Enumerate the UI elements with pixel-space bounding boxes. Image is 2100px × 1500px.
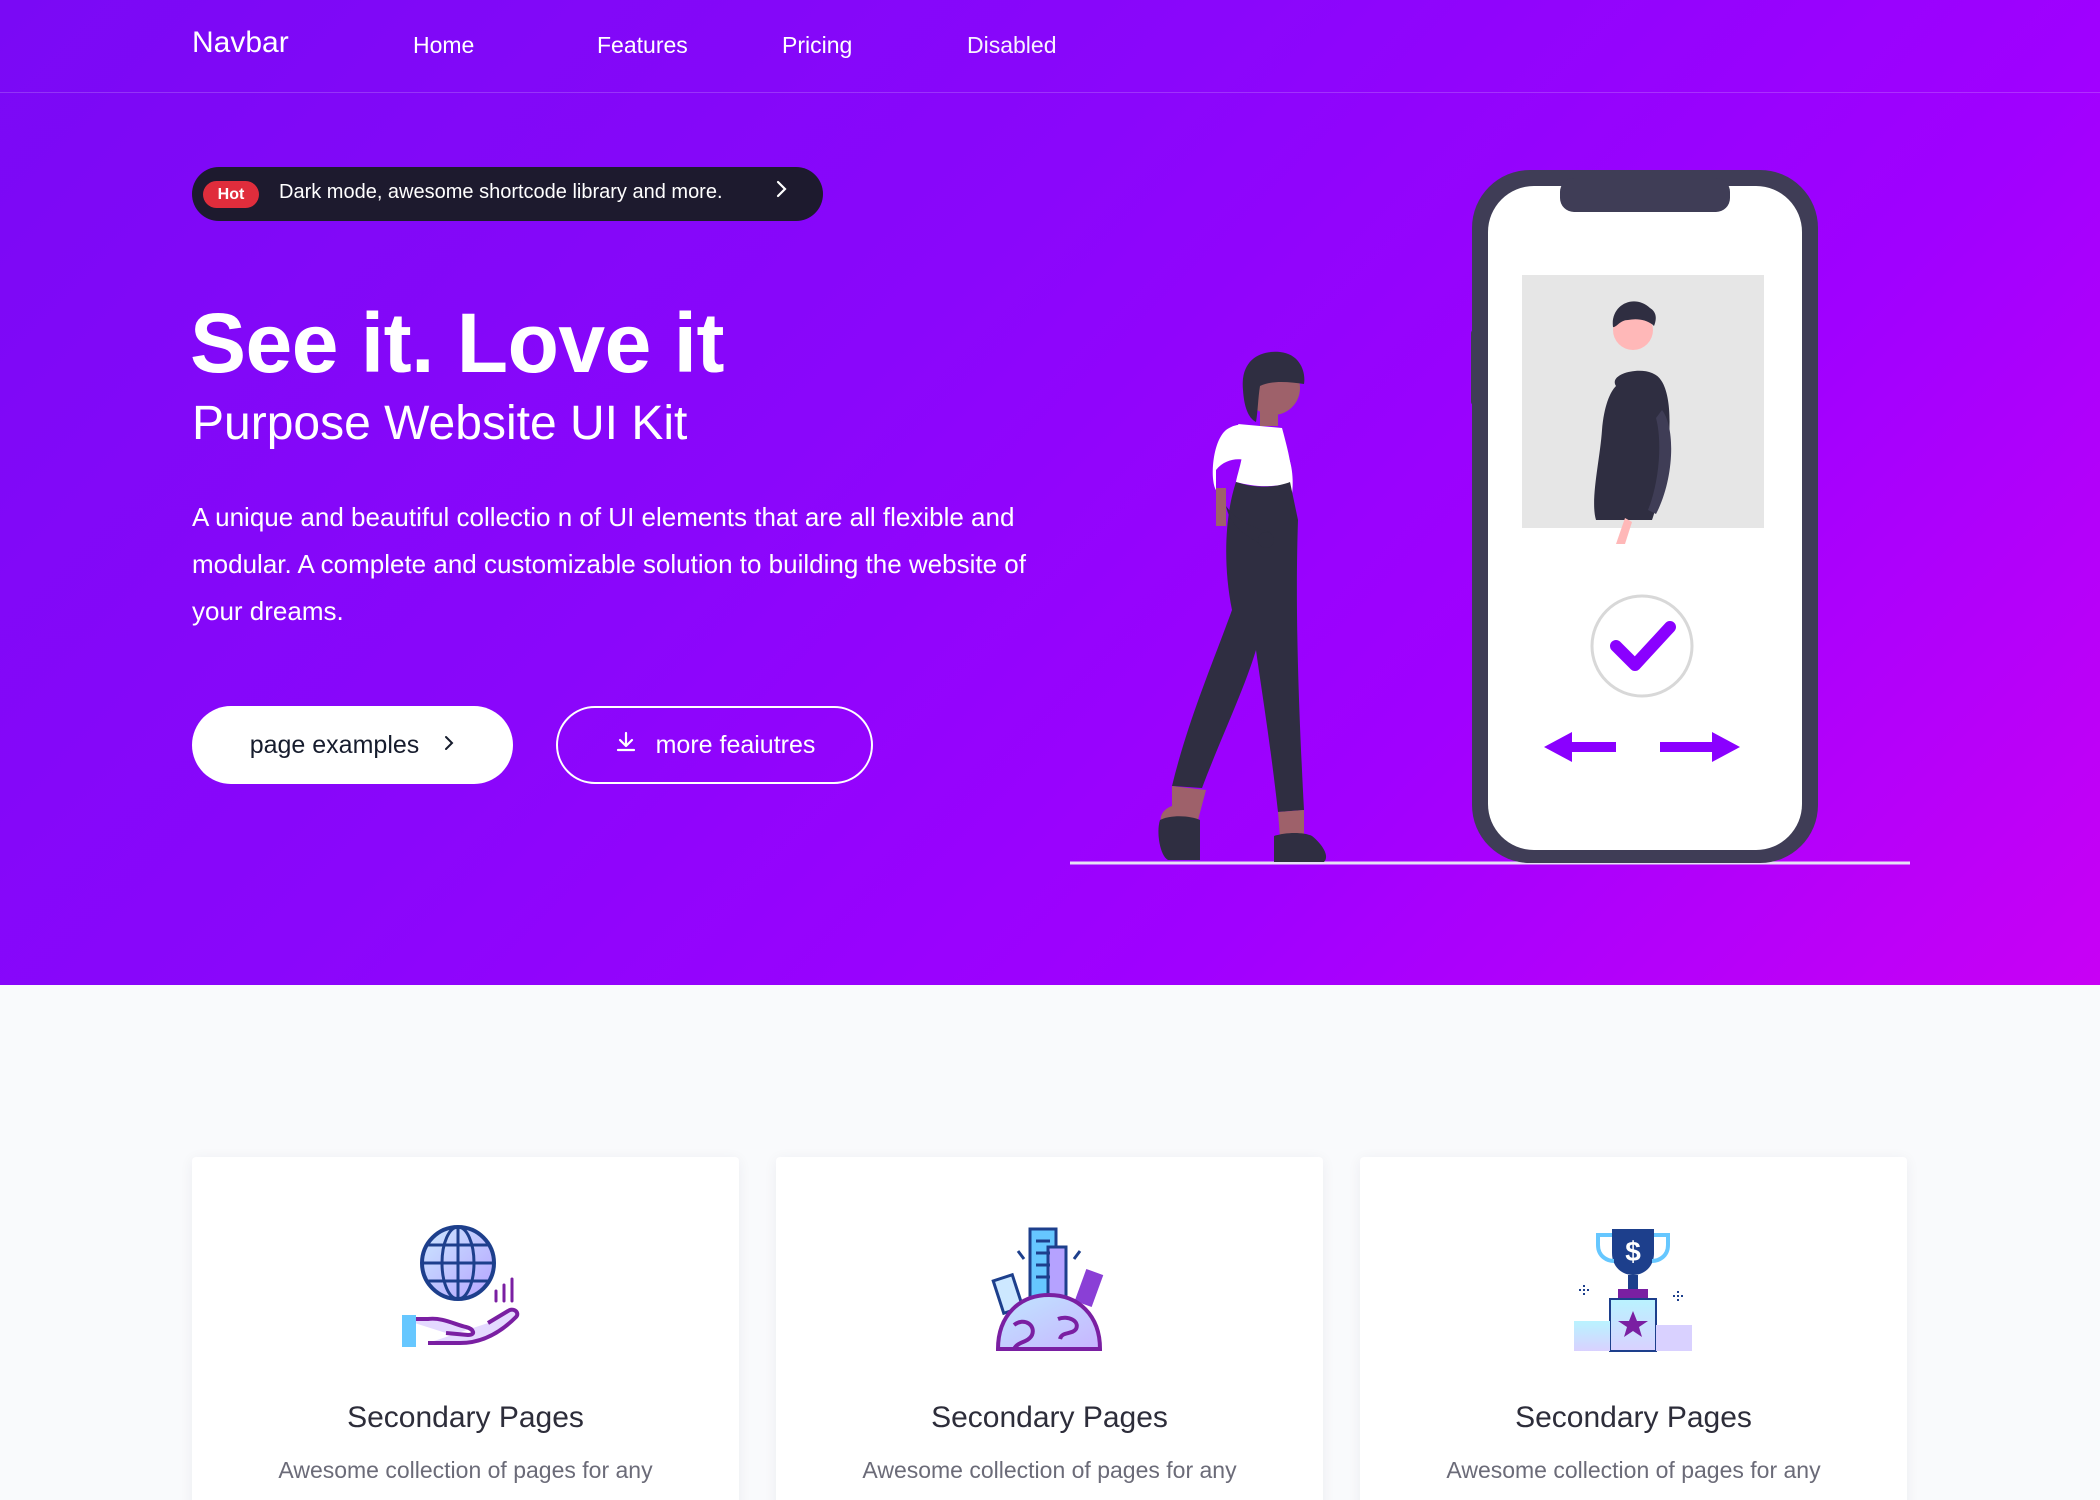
feature-card: Secondary Pages Awesome collection of pa… bbox=[776, 1157, 1323, 1500]
nav-link-pricing[interactable]: Pricing bbox=[782, 32, 852, 59]
hero-title: See it. Love it bbox=[190, 296, 725, 390]
card-title: Secondary Pages bbox=[1515, 1401, 1752, 1434]
feature-card: Secondary Pages Awesome collection of pa… bbox=[192, 1157, 739, 1500]
hero-section: Navbar Home Features Pricing Disabled Ho… bbox=[0, 0, 2100, 985]
card-text: Awesome collection of pages for any bbox=[278, 1457, 653, 1483]
announcement-pill[interactable]: Hot Dark mode, awesome shortcode library… bbox=[192, 167, 823, 221]
hot-badge: Hot bbox=[203, 181, 259, 208]
nav-link-features[interactable]: Features bbox=[597, 32, 688, 59]
feature-card: $ Secondary Pages Awesome collection of … bbox=[1360, 1157, 1907, 1500]
page-examples-label: page examples bbox=[249, 730, 420, 759]
card-title: Secondary Pages bbox=[931, 1401, 1168, 1434]
card-text: Awesome collection of pages for any bbox=[1446, 1457, 1821, 1483]
city-globe-icon bbox=[991, 1227, 1104, 1351]
nav-link-disabled: Disabled bbox=[967, 32, 1057, 58]
phone-person-illustration bbox=[1070, 170, 1910, 865]
more-features-label: more feaiutres bbox=[655, 730, 816, 759]
more-features-button[interactable]: more feaiutres bbox=[556, 706, 873, 784]
page-examples-button[interactable]: page examples bbox=[192, 706, 513, 784]
hero-description: A unique and beautiful collectio n of UI… bbox=[192, 502, 1026, 626]
chevron-right-icon bbox=[443, 731, 455, 760]
navbar-brand[interactable]: Navbar bbox=[192, 26, 289, 60]
announcement-text: Dark mode, awesome shortcode library and… bbox=[279, 181, 723, 203]
card-text: Awesome collection of pages for any bbox=[862, 1457, 1237, 1483]
card-title: Secondary Pages bbox=[347, 1401, 584, 1434]
chevron-right-icon bbox=[775, 178, 789, 207]
download-icon bbox=[614, 730, 638, 761]
globe-hand-icon bbox=[402, 1225, 520, 1347]
navbar: Navbar Home Features Pricing Disabled bbox=[0, 0, 2100, 93]
nav-link-home[interactable]: Home bbox=[413, 32, 474, 59]
trophy-podium-icon: $ bbox=[1574, 1229, 1692, 1352]
svg-text:$: $ bbox=[1625, 1236, 1641, 1267]
hero-subtitle: Purpose Website UI Kit bbox=[192, 397, 688, 450]
